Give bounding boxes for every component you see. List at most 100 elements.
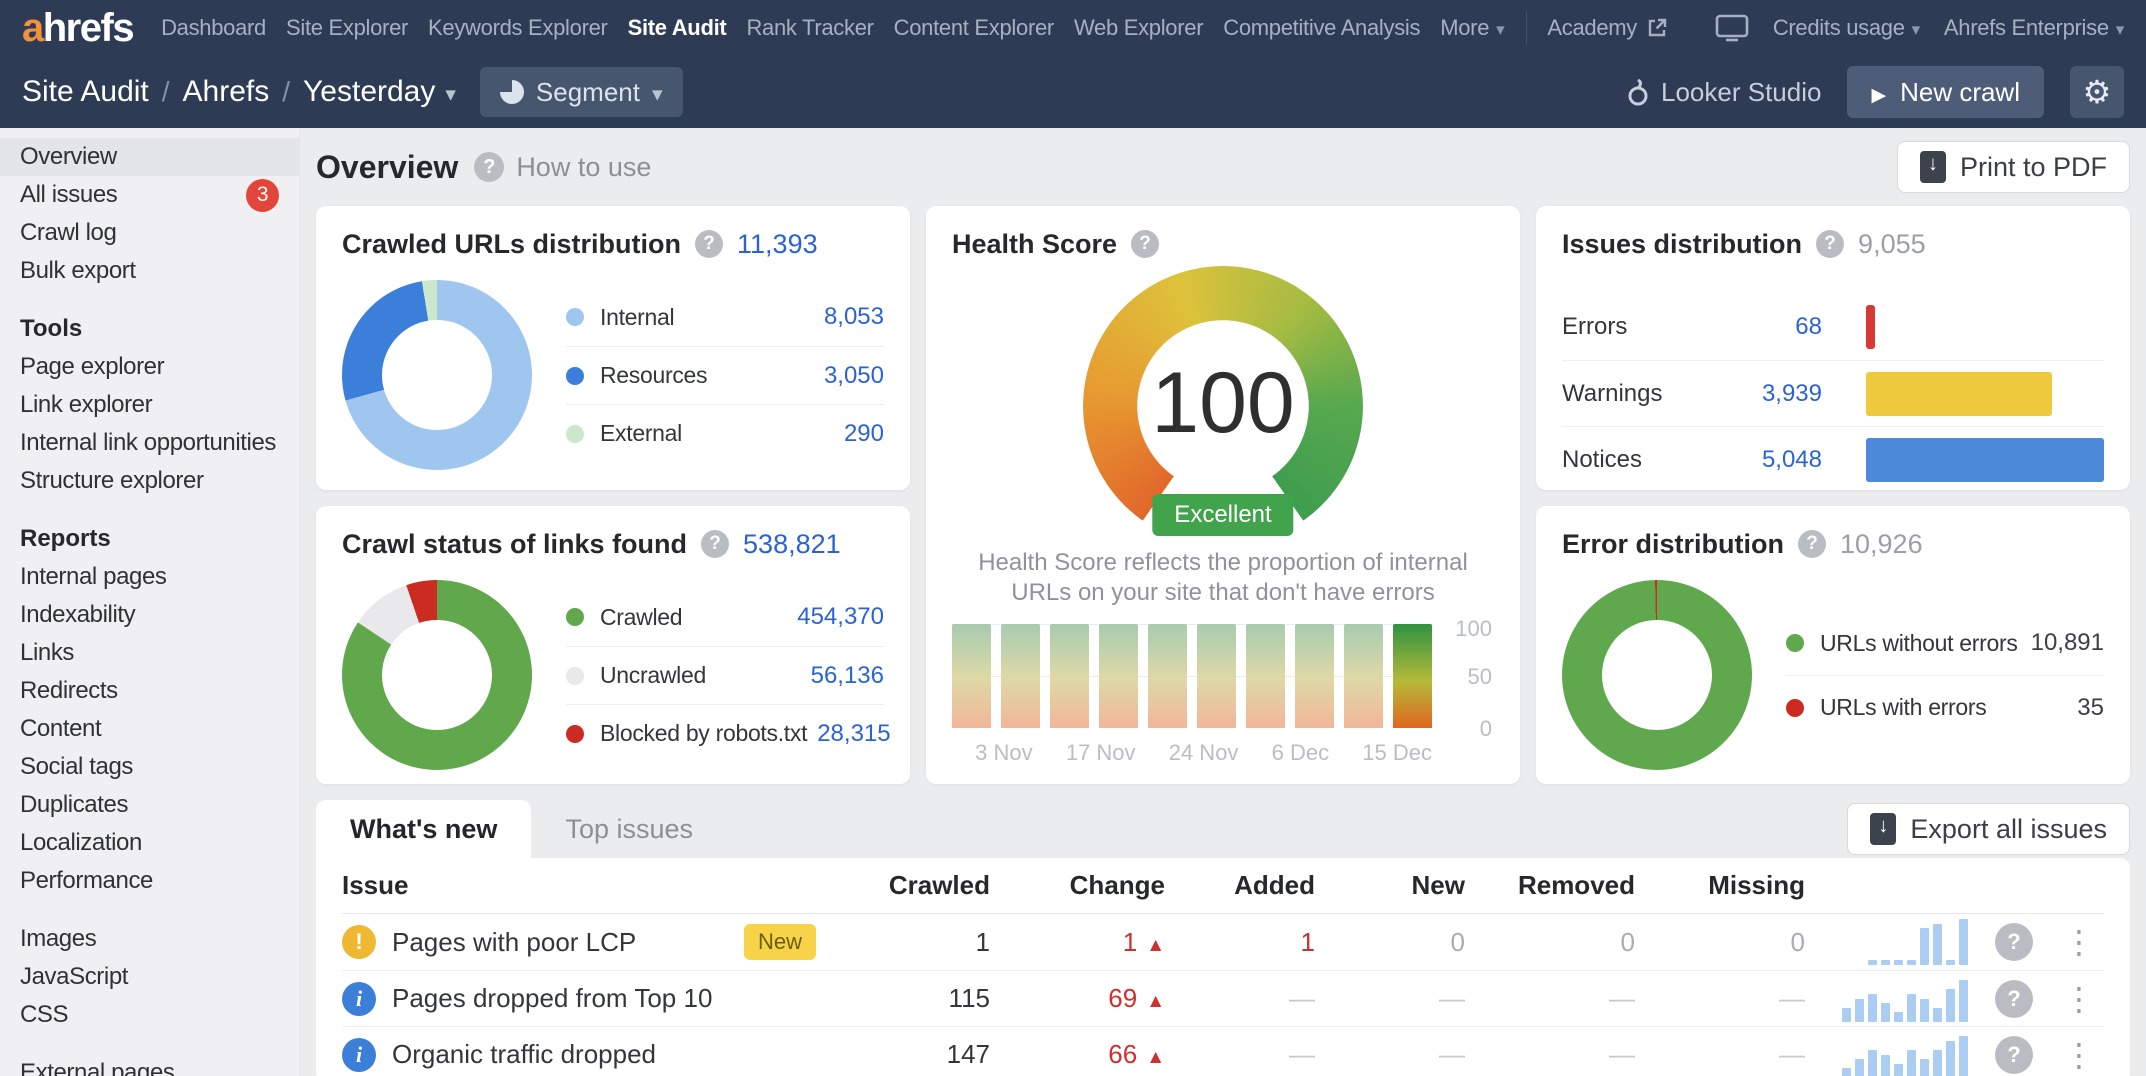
health-history-bar[interactable] (1295, 624, 1334, 728)
help-icon[interactable] (1995, 1036, 2033, 1074)
nav-item-dashboard[interactable]: Dashboard (161, 15, 266, 41)
crawl-status-donut-chart[interactable] (342, 580, 532, 770)
nav-item-rank-tracker[interactable]: Rank Tracker (746, 15, 873, 41)
sidebar-item-structure-explorer[interactable]: Structure explorer (0, 462, 299, 500)
credits-usage-menu[interactable]: Credits usage (1773, 15, 1920, 41)
export-all-issues-button[interactable]: Export all issues (1847, 803, 2130, 855)
health-history-bar[interactable] (1148, 624, 1187, 728)
nav-item-content-explorer[interactable]: Content Explorer (894, 15, 1054, 41)
issue-name[interactable]: Pages with poor LCP (392, 927, 636, 958)
sidebar-item-link-explorer[interactable]: Link explorer (0, 386, 299, 424)
sidebar-item-javascript[interactable]: JavaScript (0, 958, 299, 996)
sidebar-item-all-issues[interactable]: All issues3 (0, 176, 299, 214)
legend-item-urls-without-errors[interactable]: URLs without errors10,891 (1786, 611, 2104, 675)
sidebar-item-crawl-log[interactable]: Crawl log (0, 214, 299, 252)
history-sparkline[interactable] (1809, 919, 1974, 965)
sidebar-item-links[interactable]: Links (0, 634, 299, 672)
sidebar-item-performance[interactable]: Performance (0, 862, 299, 900)
how-to-use-link[interactable]: How to use (516, 152, 651, 183)
axis-tick-label: 6 Dec (1272, 740, 1329, 766)
health-history-bar[interactable] (1246, 624, 1285, 728)
kebab-menu-icon[interactable] (2054, 983, 2104, 1015)
crawled-urls-donut-chart[interactable] (342, 280, 532, 470)
sidebar-item-social-tags[interactable]: Social tags (0, 748, 299, 786)
sidebar-item-localization[interactable]: Localization (0, 824, 299, 862)
account-menu[interactable]: Ahrefs Enterprise (1944, 15, 2124, 41)
help-icon[interactable] (701, 530, 729, 558)
breadcrumb-site-audit[interactable]: Site Audit (22, 75, 149, 109)
legend-item-resources[interactable]: Resources3,050 (566, 346, 884, 404)
legend-item-crawled[interactable]: Crawled454,370 (566, 588, 884, 646)
help-icon[interactable] (695, 230, 723, 258)
help-icon[interactable] (1131, 230, 1159, 258)
breadcrumb-project[interactable]: Ahrefs (183, 75, 270, 109)
sidebar-item-internal-pages[interactable]: Internal pages (0, 558, 299, 596)
nav-item-keywords-explorer[interactable]: Keywords Explorer (428, 15, 608, 41)
column-header-crawled[interactable]: Crawled (854, 870, 994, 901)
issues-dist-row-errors[interactable]: Errors68 (1562, 294, 2104, 360)
sidebar-item-page-explorer[interactable]: Page explorer (0, 348, 299, 386)
issues-dist-row-notices[interactable]: Notices5,048 (1562, 426, 2104, 490)
kebab-menu-icon[interactable] (2054, 926, 2104, 958)
sidebar-item-content[interactable]: Content (0, 710, 299, 748)
health-history-bar[interactable] (1197, 624, 1236, 728)
history-sparkline[interactable] (1809, 1032, 1974, 1076)
sidebar-item-duplicates[interactable]: Duplicates (0, 786, 299, 824)
new-crawl-button[interactable]: New crawl (1847, 66, 2044, 118)
tab-top-issues[interactable]: Top issues (531, 800, 727, 858)
issue-name[interactable]: Pages dropped from Top 10 (392, 983, 712, 1014)
crawl-date-dropdown[interactable]: Yesterday (303, 75, 456, 109)
nav-item-site-explorer[interactable]: Site Explorer (286, 15, 408, 41)
issues-table-body: Pages with poor LCPNew111000Pages droppe… (342, 914, 2104, 1076)
history-sparkline[interactable] (1809, 976, 1974, 1022)
help-icon[interactable] (1995, 980, 2033, 1018)
health-history-bar[interactable] (1344, 624, 1383, 728)
crawled-urls-total[interactable]: 11,393 (737, 229, 818, 260)
health-history-bar[interactable] (1050, 624, 1089, 728)
health-history-bar[interactable] (1001, 624, 1040, 728)
sidebar-item-overview[interactable]: Overview (0, 138, 299, 176)
monitor-icon[interactable] (1715, 14, 1749, 42)
column-header-removed[interactable]: Removed (1469, 870, 1639, 901)
column-header-change[interactable]: Change (994, 870, 1169, 901)
health-history-bar[interactable] (1099, 624, 1138, 728)
tab-what-s-new[interactable]: What's new (316, 800, 531, 858)
sidebar-item-indexability[interactable]: Indexability (0, 596, 299, 634)
sidebar-item-external-pages[interactable]: External pages (0, 1054, 299, 1076)
kebab-menu-icon[interactable] (2054, 1039, 2104, 1071)
legend-item-internal[interactable]: Internal8,053 (566, 288, 884, 346)
issue-name[interactable]: Organic traffic dropped (392, 1039, 656, 1070)
print-to-pdf-button[interactable]: Print to PDF (1897, 141, 2130, 193)
legend-item-uncrawled[interactable]: Uncrawled56,136 (566, 646, 884, 704)
nav-item-competitive-analysis[interactable]: Competitive Analysis (1223, 15, 1420, 41)
nav-item-site-audit[interactable]: Site Audit (628, 15, 727, 41)
help-icon[interactable] (474, 152, 504, 182)
crawl-status-total[interactable]: 538,821 (743, 529, 841, 560)
column-header-added[interactable]: Added (1169, 870, 1319, 901)
sidebar-item-redirects[interactable]: Redirects (0, 672, 299, 710)
sidebar-item-images[interactable]: Images (0, 920, 299, 958)
help-icon[interactable] (1798, 530, 1826, 558)
health-history-bar[interactable] (952, 624, 991, 728)
nav-item-academy[interactable]: Academy (1547, 15, 1668, 41)
legend-item-blocked-by-robots-txt[interactable]: Blocked by robots.txt28,315 (566, 704, 884, 762)
help-icon[interactable] (1995, 923, 2033, 961)
sidebar-item-internal-link-opportunities[interactable]: Internal link opportunities (0, 424, 299, 462)
help-icon[interactable] (1816, 230, 1844, 258)
issues-dist-row-warnings[interactable]: Warnings3,939 (1562, 360, 2104, 426)
sidebar-item-bulk-export[interactable]: Bulk export (0, 252, 299, 290)
column-header-new[interactable]: New (1319, 870, 1469, 901)
ahrefs-logo[interactable]: ahrefs (22, 6, 133, 51)
settings-gear-button[interactable] (2070, 66, 2124, 118)
nav-item-web-explorer[interactable]: Web Explorer (1074, 15, 1203, 41)
segment-dropdown-button[interactable]: Segment (480, 67, 683, 117)
error-distribution-donut-chart[interactable] (1562, 580, 1752, 770)
health-history-bar[interactable] (1393, 624, 1432, 728)
legend-item-external[interactable]: External290 (566, 404, 884, 462)
column-header-issue[interactable]: Issue (342, 870, 854, 901)
nav-item-more[interactable]: More (1440, 15, 1504, 41)
sidebar-item-css[interactable]: CSS (0, 996, 299, 1034)
column-header-missing[interactable]: Missing (1639, 870, 1809, 901)
looker-studio-link[interactable]: Looker Studio (1626, 77, 1821, 108)
legend-item-urls-with-errors[interactable]: URLs with errors35 (1786, 675, 2104, 739)
